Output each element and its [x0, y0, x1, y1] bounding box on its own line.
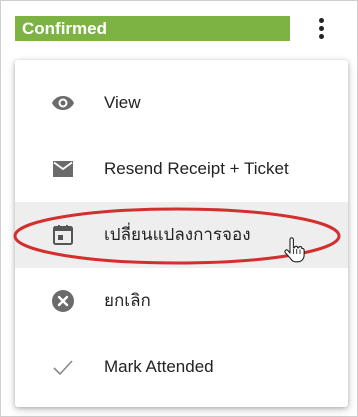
envelope-icon [53, 161, 73, 177]
menu-item-label: เปลี่ยนแปลงการจอง [104, 225, 251, 244]
hand-cursor-icon [284, 237, 305, 263]
cancel-circle-icon [52, 290, 74, 312]
menu-item-label: Resend Receipt + Ticket [104, 159, 289, 178]
menu-item-label: Mark Attended [104, 357, 214, 376]
eye-icon [52, 96, 74, 110]
app-frame: Confirmed View Resend Receipt + Ticket เ… [0, 0, 358, 417]
checkmark-icon [53, 360, 73, 376]
menu-item-mark-attended[interactable]: Mark Attended [15, 334, 348, 400]
more-options-button[interactable] [311, 15, 333, 43]
calendar-icon [53, 225, 73, 245]
status-badge: Confirmed [15, 16, 290, 41]
menu-item-view[interactable]: View [15, 70, 348, 136]
menu-item-label: ยกเลิก [104, 291, 151, 310]
menu-item-resend-receipt[interactable]: Resend Receipt + Ticket [15, 136, 348, 202]
menu-item-label: View [104, 93, 141, 112]
status-label: Confirmed [22, 19, 107, 38]
context-menu: View Resend Receipt + Ticket เปลี่ยนแปลง… [15, 60, 348, 407]
menu-item-cancel[interactable]: ยกเลิก [15, 268, 348, 334]
